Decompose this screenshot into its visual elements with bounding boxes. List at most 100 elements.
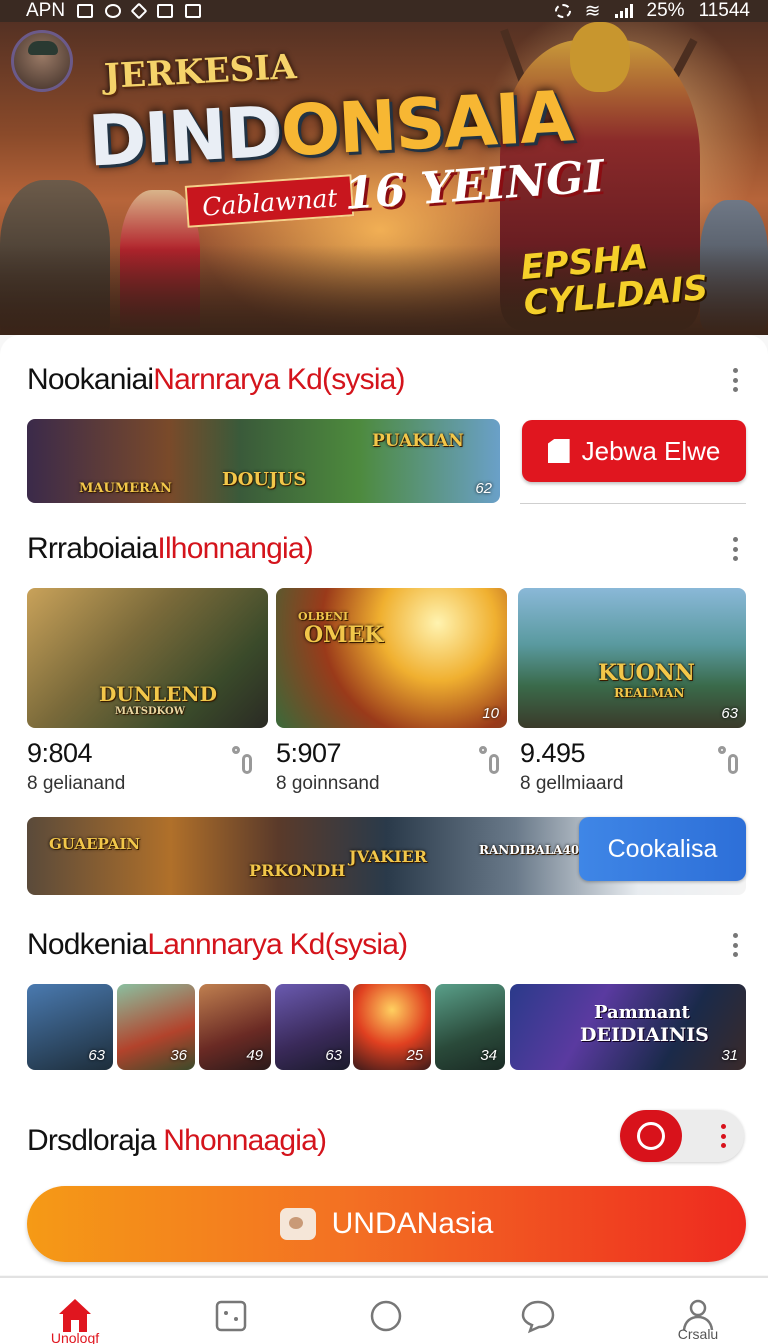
clock: 11544 [698,0,750,21]
nav-item-discover[interactable] [336,1278,436,1344]
cta-label: UNDANasia [331,1207,494,1240]
section-title-red: Lannnarya Kd(sysia) [147,928,408,961]
banner-label: DOUJUS [222,469,307,490]
thumbnail-badge: 25 [406,1047,423,1064]
thumbnail-badge: 63 [325,1047,342,1064]
nav-item-profile[interactable]: Crsalu [648,1278,748,1344]
play-count-label: 8 goinnsand [276,773,380,794]
thumbnail-badge: 63 [88,1047,105,1064]
nav-label-home: Unologf [50,1330,100,1344]
tap-icon[interactable] [477,744,505,778]
hero-tagline: EPSHA CYLLDAIS [519,234,709,324]
battery-level: 25% [646,0,685,21]
game-card[interactable]: KUONN REALMAN 63 [518,588,746,728]
image-icon [157,4,174,18]
game-thumbnail[interactable]: 63 [275,984,350,1070]
notification-icon [77,4,94,18]
avatar[interactable] [11,30,73,92]
document-icon [547,439,570,463]
tap-icon[interactable] [716,744,744,778]
banner-badge: 62 [475,480,492,497]
game-card[interactable]: DUNLEND MATSDKOW [27,588,268,728]
carrier-label: APN [26,0,66,21]
hero-ribbon: Cablawnat [184,174,355,228]
banner-label: PUAKIAN [372,431,464,451]
nav-item-messages[interactable] [488,1278,588,1344]
game-card-stats: 9.495 8 gellmiaard [520,738,624,795]
cta-button[interactable]: UNDANasia [27,1186,746,1262]
section-title: RrraboiaiaIlhonnangia) [27,532,314,566]
circle-icon [370,1300,402,1332]
thumbnail-badge: 34 [480,1047,497,1064]
thumbnail-badge: 49 [246,1047,263,1064]
promo-label: PRKONDH [249,861,346,880]
more-options-icon[interactable] [725,534,745,564]
wifi-icon: ≋ [584,0,601,22]
secondary-action-button[interactable]: Cookalisa [579,817,746,881]
thumbnail-title: DEIDIAINIS [580,1024,709,1046]
divider [520,503,746,504]
game-card-badge: 10 [482,705,499,722]
thumbnail-badge: 31 [721,1047,738,1064]
signal-icon [614,4,633,18]
play-count-label: 8 gellmiaard [520,773,624,794]
section-title-red: Ilhonnangia) [157,532,313,565]
section-title: Drsdloraja Nhonnaagia) [27,1124,327,1158]
game-thumbnail[interactable]: 49 [199,984,271,1070]
section-title-black: Nodkenia [27,928,148,961]
toggle-knob[interactable] [620,1110,682,1162]
game-card-title: OMEK [304,622,384,648]
game-card[interactable]: OLBENI OMEK 10 [276,588,507,728]
play-count: 5:907 [276,738,342,768]
promo-label: GUAEPAIN [49,835,141,853]
dice-icon [215,1300,247,1332]
game-thumbnail[interactable]: 25 [353,984,431,1070]
game-card-caption: MATSDKOW [115,706,185,717]
game-card-stats: 5:907 8 goinnsand [276,738,380,795]
game-thumbnail[interactable]: 63 [27,984,113,1070]
nav-item-home[interactable]: Unologf [25,1278,125,1344]
hero-banner[interactable]: JERKESIA DINDONSAIA Cablawnat 16 YEINGI … [0,0,768,335]
section-title-red: Narnrarya Kd(sysia) [153,363,405,396]
status-bar: APN ≋ 25% 11544 [0,0,768,22]
game-thumbnail-wide[interactable]: Pammant DEIDIAINIS 31 [510,984,746,1070]
play-count-label: 8 gelianand [27,773,126,794]
promo-label: JVAKIER [349,847,428,866]
nav-item-games[interactable] [181,1278,281,1344]
mute-icon [554,4,571,18]
game-thumbnail[interactable]: 36 [117,984,195,1070]
primary-action-label: Jebwa Elwe [581,435,721,466]
section-title-black: Nookaniai [27,363,154,396]
hero-kicker: JERKESIA [103,46,298,98]
thumbnail-title: Pammant [594,1002,690,1023]
nav-label-profile: Crsalu [677,1326,719,1342]
section-title-black: Rrraboiaia [27,532,158,565]
chat-bubble-icon [521,1300,555,1334]
game-card-badge: 63 [721,705,738,722]
section-title-black: Drsdloraja [27,1124,164,1157]
game-thumbnail[interactable]: 34 [435,984,505,1070]
more-options-icon[interactable] [725,365,745,395]
primary-action-button[interactable]: Jebwa Elwe [522,420,746,482]
mode-toggle[interactable] [620,1110,744,1162]
chat-icon [279,1208,316,1240]
game-card-title: DUNLEND [99,682,217,706]
more-options-icon[interactable] [725,930,745,960]
section-title-red: Nhonnaagia) [163,1124,327,1157]
section-title: NookaniaiNarnrarya Kd(sysia) [27,363,406,397]
featured-banner[interactable]: MAUMERAN DOUJUS PUAKIAN 62 [27,419,500,503]
promo-label: RANDIBALA40 [479,843,580,857]
play-count: 9.495 [520,738,586,768]
game-card-stats: 9:804 8 gelianand [27,738,125,795]
banner-label: MAUMERAN [79,481,172,496]
game-card-title: KUONN [598,660,695,686]
play-count: 9:804 [27,738,93,768]
sync-icon [105,4,122,18]
more-options-icon[interactable] [720,1124,726,1148]
sd-card-icon [185,4,202,18]
section-title: NodkeniaLannnarya Kd(sysia) [27,928,408,962]
thumbnail-badge: 36 [170,1047,187,1064]
bottom-navigation: Unologf Crsalu [0,1276,768,1344]
hero-title-part1: DIND [86,90,284,183]
tap-icon[interactable] [230,744,258,778]
